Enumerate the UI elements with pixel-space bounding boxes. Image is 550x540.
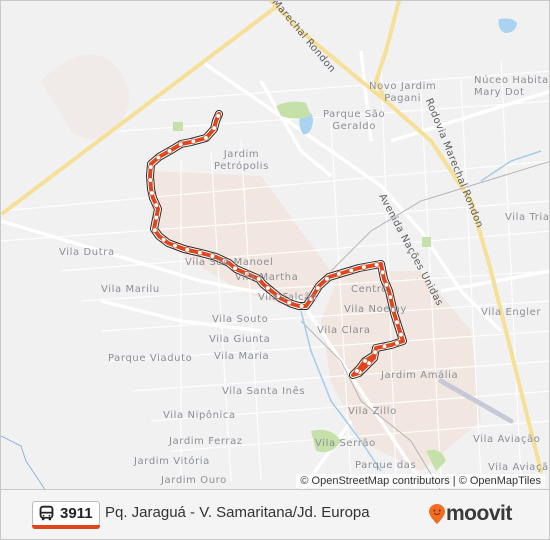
map-canvas [1,1,549,489]
bus-stop-marker[interactable] [184,246,191,253]
bus-stop-marker[interactable] [172,242,178,249]
place-label: Jardim Vitória [134,456,210,467]
bus-stop-marker[interactable] [298,303,305,309]
place-label: Parque Viaduto [108,353,193,364]
bus-stop-marker[interactable] [372,349,378,356]
bus-stop-marker[interactable] [394,340,400,346]
place-label: Vila Noemy [344,304,407,315]
bus-stop-marker[interactable] [147,164,154,170]
bus-stop-marker[interactable] [381,343,388,350]
bus-stop-marker[interactable] [354,368,360,374]
place-label: Vila Santa Inês [222,386,306,397]
moovit-logo[interactable]: moovit [429,502,512,526]
place-label: Vila Tria [505,212,550,223]
river [1,435,46,489]
place-label: Vila Nipônica [163,410,236,421]
place-label: Jardim Ferraz [169,436,243,447]
route-name: Pq. Jaraguá - V. Samaritana/Jd. Europa [105,504,370,521]
bus-stop-marker[interactable] [379,269,386,276]
bus-stop-marker[interactable] [203,135,209,141]
bus-stop-marker[interactable] [348,267,355,274]
place-label: Parque das [355,460,417,471]
bus-stop-marker[interactable] [211,125,218,131]
bus-stop-marker[interactable] [394,319,400,326]
moovit-wordmark: moovit [446,502,512,525]
bus-stop-marker[interactable] [315,285,321,291]
map-attribution[interactable]: © OpenStreetMap contributors | © OpenMap… [296,474,545,488]
place-label: Vila São Manoel [185,257,274,268]
bus-stop-marker[interactable] [324,276,330,282]
bus-stop-marker[interactable] [149,190,155,196]
route-badge[interactable]: 3911 [32,501,100,529]
bus-stop-marker[interactable] [153,214,160,221]
bus-stop-marker[interactable] [215,113,222,119]
bus-stop-marker[interactable] [152,227,158,233]
place-label: Vila Giunta [209,334,271,345]
place-label: Centro [351,284,389,295]
place-label: Vila Engler [481,307,542,318]
bus-stop-marker[interactable] [190,138,197,145]
place-label: Jardim Petrópolis [214,149,269,172]
bus-stop-marker[interactable] [147,177,154,183]
bus-stop-marker[interactable] [336,271,342,277]
place-label: Núceo Habita Mary Dot [474,75,549,98]
place-label: Vila Aviação [473,434,541,445]
route-footer: 3911 Pq. Jaraguá - V. Samaritana/Jd. Eur… [0,490,550,540]
place-label: Vila Maria [214,351,270,362]
place-label: Jardim Amália [381,370,459,381]
place-label: Vila Serrão [315,438,376,449]
moovit-pin-icon [429,504,445,524]
place-label: Jardim Ouro [161,475,227,486]
place-label: Vila Souto [212,314,269,325]
bus-stop-marker[interactable] [153,202,160,208]
bus-stop-marker[interactable] [361,264,367,270]
bus-stop-marker[interactable] [398,331,404,338]
place-label: Vila Dutra [59,247,115,258]
bus-stop-marker[interactable] [160,236,167,243]
place-label: Vila Clara [317,325,371,336]
bus-stop-marker[interactable] [166,148,173,154]
place-label: Parque São Geraldo [323,109,386,132]
bus-icon [39,505,54,521]
map-view[interactable]: Núceo Habita Mary Dot Novo Jardim Pagani… [0,0,550,490]
place-label: Vila Aviação [488,462,550,473]
bus-stop-marker[interactable] [177,141,184,147]
place-label: Vila Martha [235,272,299,283]
place-label: Vila Zillo [348,406,397,417]
bus-stop-marker[interactable] [197,249,203,256]
bus-stop-marker[interactable] [387,294,394,300]
bus-stop-marker[interactable] [373,261,380,268]
place-label: Vila Falcão [258,292,318,303]
place-label: Vila Marilu [101,284,160,295]
bus-stop-marker[interactable] [265,285,271,291]
bus-stop-marker[interactable] [362,358,368,364]
route-number: 3911 [60,505,93,522]
bus-stop-marker[interactable] [155,154,162,161]
